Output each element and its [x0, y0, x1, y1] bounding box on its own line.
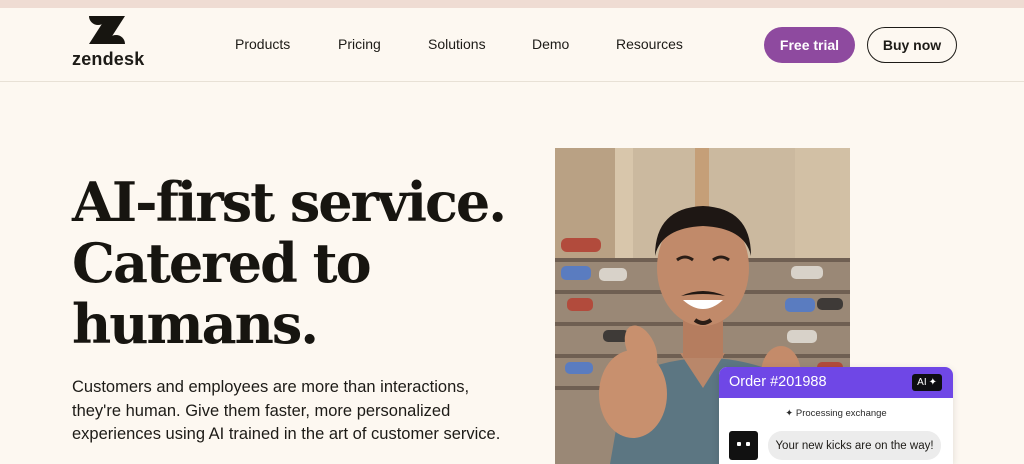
headline-line: humans. — [72, 292, 319, 356]
processing-status: ✦ Processing exchange — [719, 408, 953, 419]
ai-badge-label: AI — [917, 377, 927, 388]
subtext-line: experiences using AI trained in the art … — [72, 425, 501, 443]
top-strip — [0, 0, 1024, 8]
nav-demo[interactable]: Demo — [532, 36, 569, 52]
brand-name: zendesk — [72, 49, 145, 69]
zendesk-z-icon — [89, 16, 125, 44]
headline-line: Catered to — [72, 231, 372, 295]
nav-pricing[interactable]: Pricing — [338, 36, 381, 52]
headline-line: AI-first service. — [72, 170, 507, 234]
order-chat-card: Order #201988 AI ✦ ✦ Processing exchange… — [719, 367, 953, 464]
sparkle-icon: ✦ — [928, 377, 937, 388]
zendesk-logo[interactable]: zendesk — [72, 12, 152, 69]
free-trial-button[interactable]: Free trial — [764, 27, 855, 63]
card-header: Order #201988 AI ✦ — [719, 367, 953, 398]
bot-avatar-icon — [729, 431, 758, 460]
nav-products[interactable]: Products — [235, 36, 290, 52]
subtext-line: they're human. Give them faster, more pe… — [72, 401, 451, 420]
chat-message-bubble: Your new kicks are on the way! — [768, 431, 941, 460]
ai-badge: AI ✦ — [912, 374, 942, 391]
nav-solutions[interactable]: Solutions — [428, 36, 486, 52]
processing-label: Processing exchange — [795, 408, 887, 419]
order-title: Order #201988 — [729, 374, 827, 390]
buy-now-button[interactable]: Buy now — [867, 27, 957, 63]
nav-resources[interactable]: Resources — [616, 36, 683, 52]
sparkle-icon: ✦ — [785, 408, 794, 419]
hero-headline: AI-first service. Catered to humans. — [72, 170, 507, 356]
subtext-line: Customers and employees are more than in… — [72, 378, 470, 396]
hero-subtext: Customers and employees are more than in… — [72, 376, 512, 447]
site-header: zendesk Products Pricing Solutions Demo … — [0, 8, 1024, 82]
